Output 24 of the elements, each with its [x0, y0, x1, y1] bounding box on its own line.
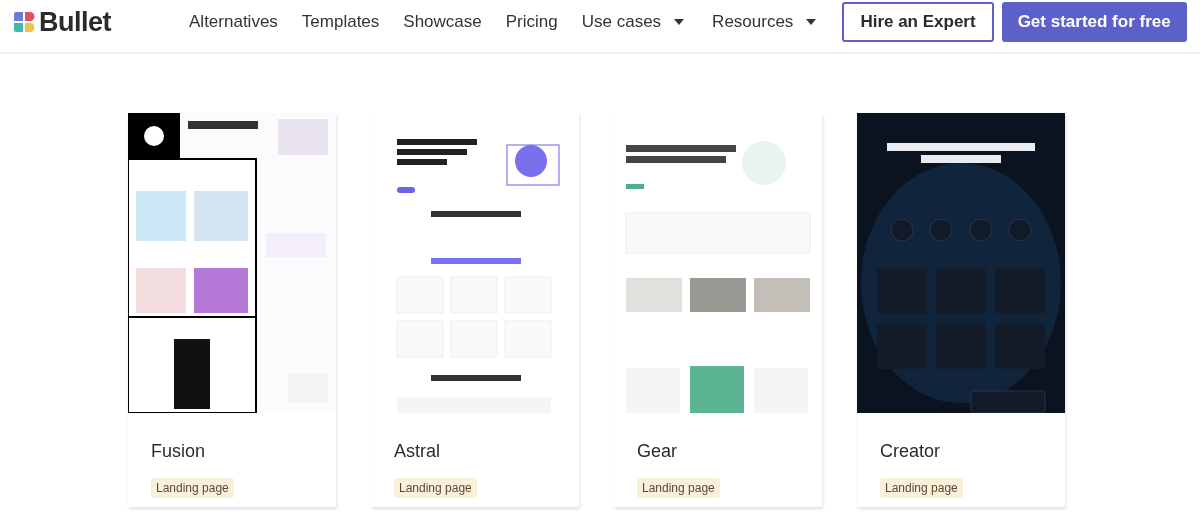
brand-name[interactable]: Bullet — [39, 6, 111, 38]
logo-icon[interactable] — [12, 10, 36, 34]
template-card[interactable]: Gear Landing page — [614, 113, 822, 507]
category-tag: Landing page — [880, 478, 963, 498]
template-name: Astral — [394, 441, 440, 462]
hire-expert-button[interactable]: Hire an Expert — [842, 2, 994, 42]
template-name: Creator — [880, 441, 941, 462]
template-card[interactable]: Creator Landing page — [857, 113, 1065, 507]
get-started-button[interactable]: Get started for free — [1001, 2, 1187, 42]
category-tag: Landing page — [637, 478, 720, 498]
nav-link[interactable]: Pricing — [505, 12, 558, 32]
nav-link[interactable]: Templates — [301, 12, 380, 32]
template-name: Gear — [637, 441, 678, 462]
caret-icon — [674, 19, 685, 25]
category-tag: Landing page — [151, 478, 234, 498]
nav-link[interactable]: Resources — [712, 12, 817, 32]
template-card[interactable]: Astral Landing page — [371, 113, 579, 507]
caret-icon — [806, 19, 817, 25]
nav-link[interactable]: Alternatives — [189, 12, 278, 32]
nav-link[interactable]: Showcase — [403, 12, 482, 32]
template-card[interactable]: Fusion Landing page — [128, 113, 336, 507]
category-tag: Landing page — [394, 478, 477, 498]
nav-link[interactable]: Use cases — [581, 12, 685, 32]
template-name: Fusion — [151, 441, 206, 462]
